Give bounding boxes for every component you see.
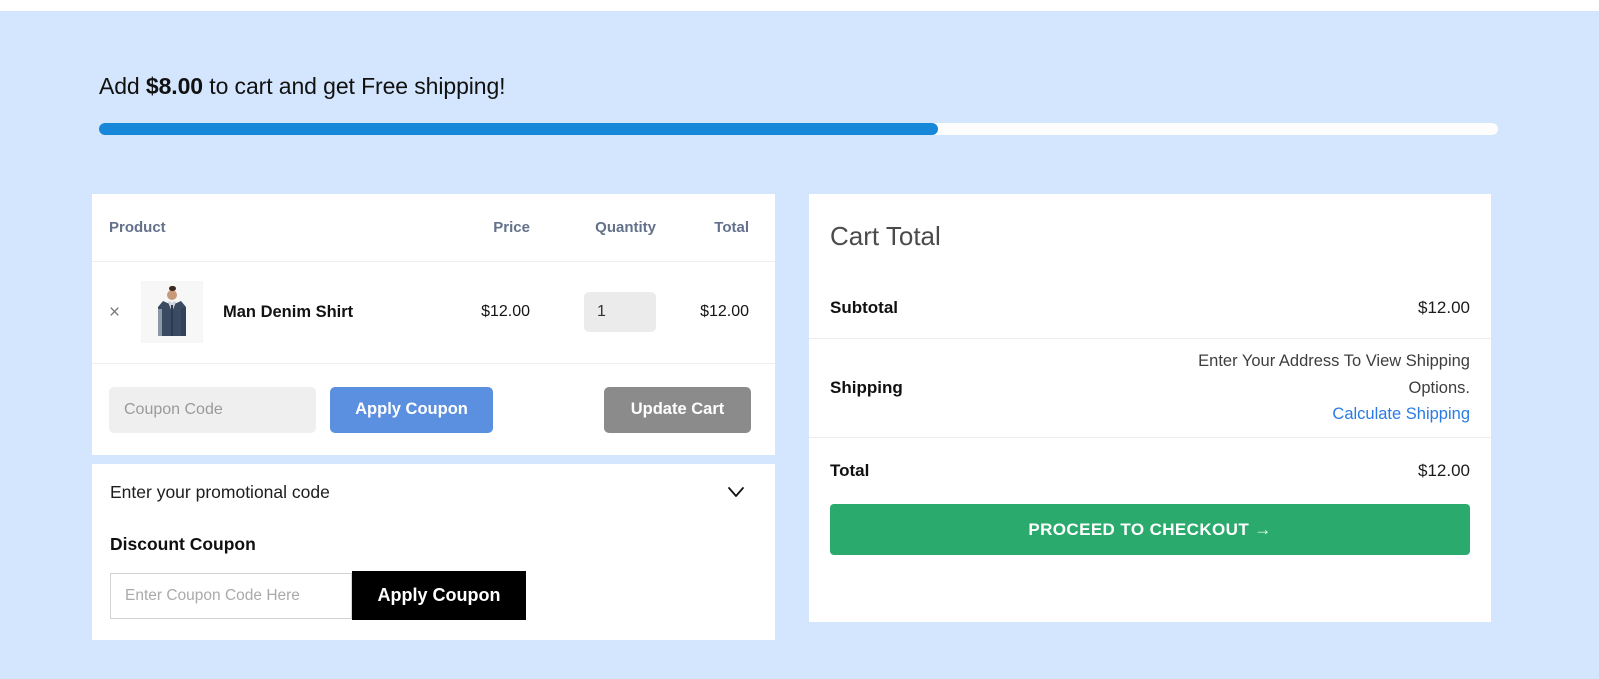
shipping-row: Shipping Enter Your Address To View Ship… (809, 339, 1491, 438)
free-shipping-progress-fill (99, 123, 939, 135)
chevron-down-icon[interactable] (725, 481, 747, 503)
quantity-input[interactable] (584, 292, 656, 333)
subtotal-row: Subtotal $12.00 (809, 277, 1491, 339)
promo-form: Apply Coupon (92, 555, 775, 620)
calculate-shipping-link[interactable]: Calculate Shipping (1140, 401, 1470, 428)
product-cell: × Man Denim Shirt (92, 260, 400, 363)
column-header-quantity: Quantity (595, 218, 656, 236)
shipping-label: Shipping (830, 378, 903, 397)
column-header-product: Product (109, 218, 166, 236)
cart-page: Add $8.00 to cart and get Free shipping!… (0, 0, 1599, 679)
discount-coupon-label: Discount Coupon (110, 534, 256, 554)
coupon-code-input[interactable] (109, 386, 316, 433)
shipping-note: Enter Your Address To View Shipping Opti… (1198, 351, 1470, 397)
product-line-total: $12.00 (660, 260, 775, 363)
free-shipping-amount: $8.00 (145, 73, 203, 99)
shipping-details: Enter Your Address To View Shipping Opti… (1140, 348, 1470, 428)
subtotal-value: $12.00 (1418, 297, 1470, 317)
total-value: $12.00 (1418, 461, 1470, 480)
free-shipping-suffix: to cart and get Free shipping! (202, 73, 506, 99)
promo-code-input[interactable] (110, 572, 352, 619)
subtotal-label: Subtotal (830, 297, 898, 317)
update-cart-button[interactable]: Update Cart (604, 386, 751, 433)
proceed-to-checkout-button[interactable]: PROCEED TO CHECKOUT → (830, 504, 1470, 555)
cart-table: Product Price Quantity Total × Man Denim… (92, 194, 775, 363)
coupon-actions-row: Apply Coupon Update Cart (92, 363, 775, 455)
product-price: $12.00 (400, 260, 530, 363)
total-label: Total (830, 461, 870, 480)
apply-coupon-button[interactable]: Apply Coupon (330, 386, 493, 433)
promotional-code-panel: Enter your promotional code Discount Cou… (92, 464, 775, 640)
remove-item-icon[interactable]: × (109, 303, 135, 322)
checkout-button-wrap: PROCEED TO CHECKOUT → (809, 504, 1491, 555)
product-quantity-cell (530, 260, 660, 363)
cart-total-panel: Cart Total Subtotal $12.00 Shipping Ente… (809, 194, 1491, 622)
free-shipping-progress-track (99, 123, 1498, 135)
promo-header-label: Enter your promotional code (110, 481, 330, 502)
product-name[interactable]: Man Denim Shirt (223, 303, 353, 322)
cart-table-header-row: Product Price Quantity Total (92, 194, 775, 261)
free-shipping-notice: Add $8.00 to cart and get Free shipping! (99, 73, 506, 100)
cart-total-title: Cart Total (830, 221, 941, 251)
product-thumbnail (141, 281, 203, 344)
table-row: × Man Denim Shirt $12.00 1 $12.00 (92, 260, 775, 363)
cart-items-panel: Product Price Quantity Total × Man Denim… (92, 194, 775, 455)
total-row: Total $12.00 (809, 438, 1491, 504)
free-shipping-prefix: Add (99, 73, 146, 99)
column-header-total: Total (714, 218, 749, 236)
column-header-price: Price (493, 218, 530, 236)
promo-apply-coupon-button[interactable]: Apply Coupon (352, 571, 526, 620)
promo-accordion-header[interactable]: Enter your promotional code (92, 464, 775, 520)
